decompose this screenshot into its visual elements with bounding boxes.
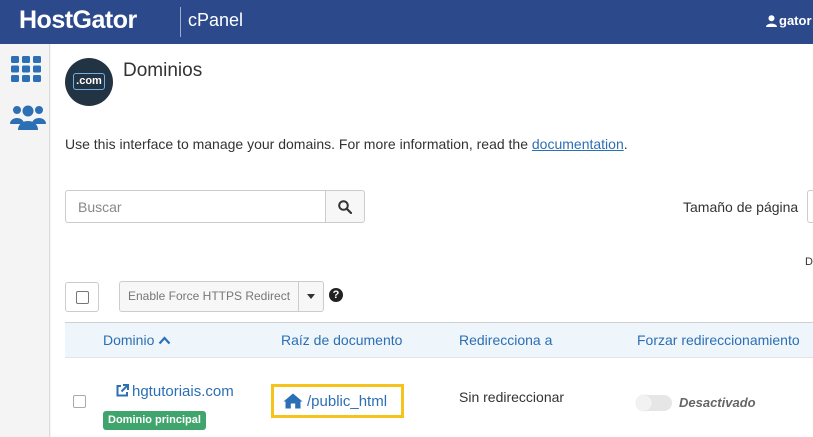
force-https-dropdown[interactable] bbox=[298, 281, 324, 312]
column-header-domain[interactable]: Dominio bbox=[103, 332, 171, 348]
caret-down-icon bbox=[307, 294, 315, 299]
page-title: Dominios bbox=[123, 60, 203, 81]
domain-link[interactable]: hgtutoriais.com bbox=[116, 383, 234, 400]
column-header-label: Dominio bbox=[103, 332, 155, 348]
column-header-redirect[interactable]: Redirecciona a bbox=[459, 332, 552, 348]
primary-domain-badge: Dominio principal bbox=[103, 411, 206, 430]
domains-logo-icon: .com bbox=[65, 58, 113, 106]
grid-icon[interactable] bbox=[11, 56, 41, 87]
column-header-docroot[interactable]: Raíz de documento bbox=[281, 332, 402, 348]
search-input[interactable] bbox=[65, 190, 326, 223]
user-icon bbox=[766, 15, 777, 27]
domain-name: hgtutoriais.com bbox=[132, 383, 234, 400]
sidebar bbox=[0, 44, 50, 437]
truncated-label: D bbox=[805, 256, 813, 268]
brand-logo[interactable]: HostGator bbox=[19, 6, 137, 35]
page-size-label: Tamaño de página bbox=[683, 199, 799, 215]
username: gator bbox=[779, 13, 812, 28]
main-content: .com Dominios Use this interface to mana… bbox=[51, 44, 813, 437]
product-name: cPanel bbox=[188, 10, 244, 30]
select-all-checkbox[interactable] bbox=[75, 290, 89, 304]
description-text: Use this interface to manage your domain… bbox=[65, 136, 532, 152]
search-button[interactable] bbox=[325, 190, 365, 223]
users-icon[interactable] bbox=[10, 104, 46, 135]
brand-separator bbox=[180, 7, 181, 37]
sort-up-icon bbox=[159, 336, 171, 345]
docroot-link[interactable]: /public_html bbox=[271, 384, 404, 418]
toggle-status: Desactivado bbox=[679, 395, 756, 410]
external-link-icon bbox=[116, 384, 129, 397]
documentation-link[interactable]: documentation bbox=[532, 136, 624, 152]
table-header-border bbox=[65, 357, 813, 358]
description-end: . bbox=[623, 136, 628, 152]
home-icon bbox=[283, 393, 303, 409]
redirect-value: Sin redireccionar bbox=[459, 389, 565, 405]
user-menu[interactable]: gator bbox=[766, 13, 812, 28]
page-size-select[interactable] bbox=[807, 190, 813, 223]
logo-text: .com bbox=[73, 73, 105, 90]
page-description: Use this interface to manage your domain… bbox=[65, 136, 628, 152]
toggle-knob bbox=[636, 395, 652, 411]
column-header-force-redirect[interactable]: Forzar redireccionamiento bbox=[637, 332, 800, 348]
force-https-toggle[interactable] bbox=[636, 395, 672, 411]
row-checkbox[interactable] bbox=[73, 395, 86, 408]
force-https-button[interactable]: Enable Force HTTPS Redirect bbox=[119, 281, 298, 312]
docroot-path: /public_html bbox=[307, 392, 388, 410]
select-all-wrapper bbox=[65, 282, 99, 312]
search-icon bbox=[338, 199, 352, 214]
help-icon[interactable]: ? bbox=[329, 288, 343, 302]
top-bar: HostGator cPanel gator bbox=[0, 0, 813, 44]
